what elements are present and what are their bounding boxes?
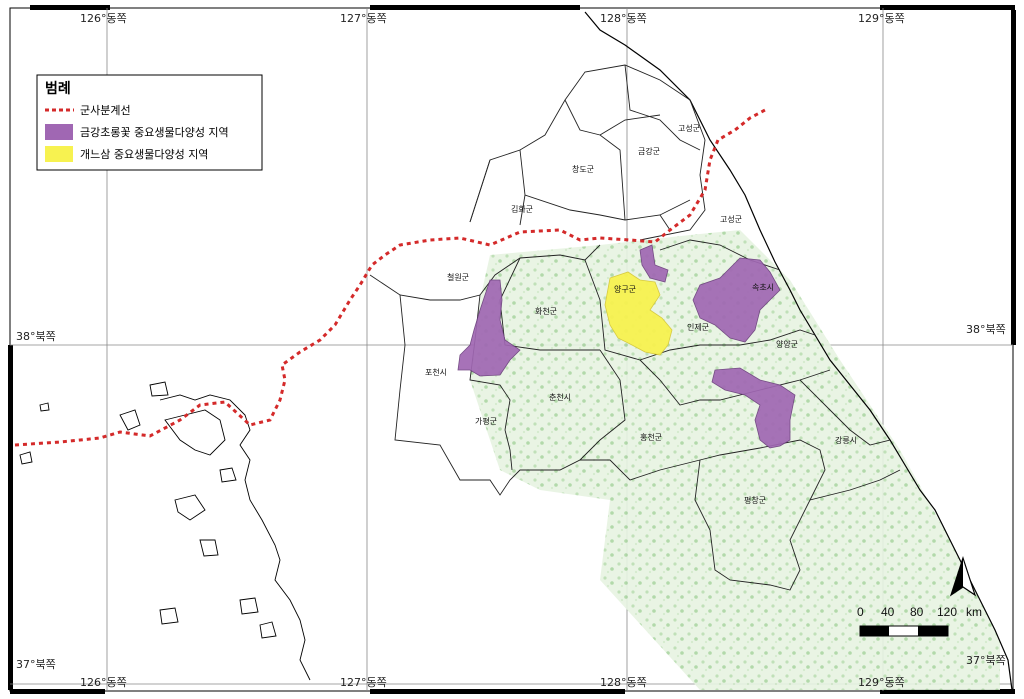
region-label-hwacheon: 화천군 bbox=[535, 306, 557, 316]
scale-tick-40: 40 bbox=[881, 605, 895, 619]
region-label-pocheon: 포천시 bbox=[425, 367, 447, 377]
coord-bottom-129: 129°동쪽 bbox=[858, 676, 905, 689]
region-label-changdo: 창도군 bbox=[572, 165, 594, 174]
scale-tick-0: 0 bbox=[857, 605, 864, 619]
coord-left-37: 37°북쪽 bbox=[16, 658, 56, 671]
coord-top-129: 129°동쪽 bbox=[858, 12, 905, 25]
coord-left-38: 38°북쪽 bbox=[16, 330, 56, 343]
coord-top-127: 127°동쪽 bbox=[340, 12, 387, 25]
coord-bottom-126: 126°동쪽 bbox=[80, 676, 127, 689]
region-label-cheorwon: 철원군 bbox=[447, 272, 469, 282]
coord-top-128: 128°동쪽 bbox=[600, 12, 647, 25]
region-label-pyeongchang: 평창군 bbox=[744, 495, 766, 505]
legend-item-yellow: 개느삼 중요생물다양성 지역 bbox=[80, 148, 208, 161]
coord-bottom-127: 127°동쪽 bbox=[340, 676, 387, 689]
coord-right-37: 37°북쪽 bbox=[966, 654, 1006, 667]
legend-yellow-symbol bbox=[45, 146, 73, 162]
map: 고성군 금강군 창도군 김화군 고성군 철원군 양구군 속초시 화천군 인제군 … bbox=[0, 0, 1024, 699]
region-label-yanggu: 양구군 bbox=[614, 285, 636, 294]
coord-right-38: 38°북쪽 bbox=[966, 323, 1006, 336]
legend-purple-symbol bbox=[45, 124, 73, 140]
legend: 범례 군사분계선 금강초롱꽃 중요생물다양성 지역 개느삼 중요생물다양성 지역 bbox=[36, 74, 263, 171]
legend-item-purple: 금강초롱꽃 중요생물다양성 지역 bbox=[80, 126, 229, 139]
legend-item-dmz: 군사분계선 bbox=[80, 104, 131, 117]
coord-top-126: 126°동쪽 bbox=[80, 12, 127, 25]
region-label-geumgang: 금강군 bbox=[638, 146, 660, 156]
scale-tick-80: 80 bbox=[910, 605, 924, 619]
region-label-sokcho: 속초시 bbox=[752, 283, 774, 292]
region-label-gapyeong: 가평군 bbox=[475, 416, 497, 426]
region-label-gimhwa: 김화군 bbox=[511, 204, 533, 214]
scale-tick-120: 120 bbox=[937, 605, 957, 619]
region-label-inje: 인제군 bbox=[687, 322, 709, 332]
coord-bottom-128: 128°동쪽 bbox=[600, 676, 647, 689]
region-label-goseong-north: 고성군 bbox=[678, 124, 700, 133]
legend-title: 범례 bbox=[45, 81, 71, 97]
region-label-gangneung: 강릉시 bbox=[835, 435, 857, 445]
region-label-chuncheon: 춘천시 bbox=[549, 392, 571, 402]
region-label-yangyang: 양양군 bbox=[776, 340, 798, 349]
region-label-hongcheon: 홍천군 bbox=[640, 432, 662, 442]
scale-unit: km bbox=[966, 605, 982, 619]
region-label-goseong-south: 고성군 bbox=[720, 215, 742, 224]
